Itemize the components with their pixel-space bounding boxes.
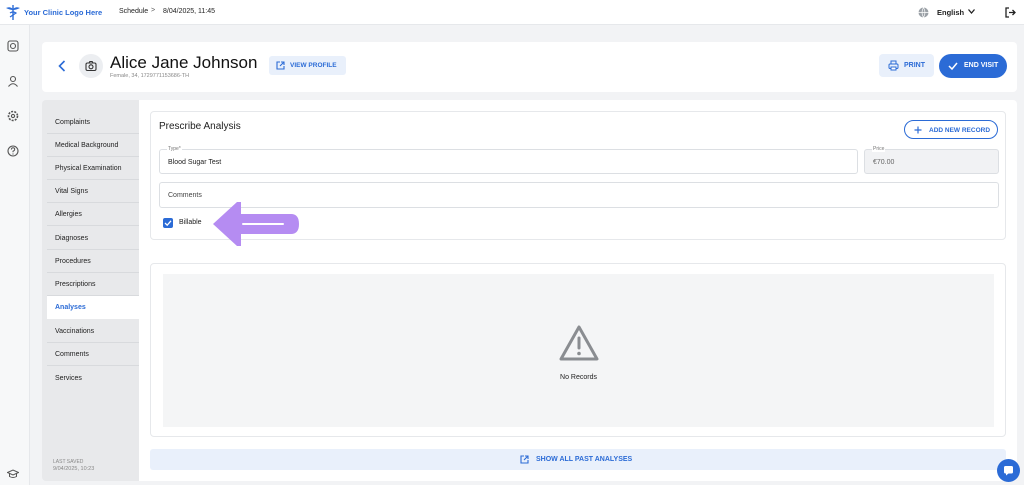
price-field: Price €70.00 bbox=[864, 146, 999, 174]
section-medical-background[interactable]: Medical Background bbox=[47, 134, 139, 157]
language-selector[interactable]: English bbox=[937, 8, 964, 17]
empty-records-area: No Records bbox=[163, 274, 994, 427]
dashboard-icon[interactable] bbox=[7, 40, 19, 52]
card-title: Prescribe Analysis bbox=[159, 121, 241, 132]
external-link-icon bbox=[276, 61, 285, 70]
type-label: Type* bbox=[167, 146, 182, 152]
price-label: Price bbox=[872, 146, 886, 152]
section-complaints[interactable]: Complaints bbox=[47, 111, 139, 134]
type-value: Blood Sugar Test bbox=[168, 159, 222, 166]
back-arrow-icon[interactable] bbox=[58, 60, 66, 72]
logout-icon[interactable] bbox=[1005, 7, 1016, 18]
chevron-down-icon[interactable] bbox=[968, 9, 975, 14]
help-icon[interactable] bbox=[7, 145, 19, 157]
breadcrumb-schedule[interactable]: Schedule bbox=[119, 8, 148, 15]
add-new-record-label: ADD NEW RECORD bbox=[929, 127, 991, 134]
section-label: Diagnoses bbox=[55, 235, 89, 242]
print-label: PRINT bbox=[904, 62, 925, 69]
annotation-arrow-icon bbox=[213, 202, 299, 246]
section-label: Physical Examination bbox=[55, 165, 122, 172]
analyses-panel: Prescribe Analysis ADD NEW RECORD Type* … bbox=[139, 100, 1017, 481]
globe-icon[interactable] bbox=[918, 7, 929, 18]
check-icon bbox=[164, 220, 172, 227]
settings-icon[interactable] bbox=[7, 110, 19, 122]
warning-icon bbox=[559, 325, 599, 361]
caduceus-logo-icon bbox=[6, 5, 20, 20]
billable-label: Billable bbox=[179, 219, 202, 226]
chat-support-button[interactable] bbox=[997, 459, 1020, 482]
user-icon[interactable] bbox=[7, 75, 19, 87]
add-new-record-button[interactable]: ADD NEW RECORD bbox=[904, 120, 998, 139]
end-visit-button[interactable]: END VISIT bbox=[939, 54, 1007, 78]
section-label: Procedures bbox=[55, 258, 91, 265]
section-comments[interactable]: Comments bbox=[47, 343, 139, 366]
section-label: Complaints bbox=[55, 119, 91, 126]
section-procedures[interactable]: Procedures bbox=[47, 250, 139, 273]
billable-checkbox[interactable] bbox=[163, 218, 173, 228]
last-saved-value: 9/04/2025, 10:23 bbox=[53, 466, 95, 472]
external-link-icon bbox=[520, 455, 529, 464]
print-button[interactable]: PRINT bbox=[879, 54, 934, 77]
section-label: Analyses bbox=[55, 304, 86, 311]
section-label: Allergies bbox=[55, 211, 82, 218]
section-label: Prescriptions bbox=[55, 281, 96, 288]
no-records-text: No Records bbox=[560, 374, 597, 381]
section-label: Vaccinations bbox=[55, 328, 95, 335]
section-label: Comments bbox=[55, 351, 89, 358]
end-visit-label: END VISIT bbox=[964, 62, 999, 69]
section-label: Services bbox=[55, 375, 82, 382]
show-all-label: SHOW ALL PAST ANALYSES bbox=[536, 456, 633, 463]
type-field[interactable]: Type* Blood Sugar Test bbox=[159, 146, 858, 174]
plus-icon bbox=[914, 126, 922, 134]
top-bar: Your Clinic Logo Here Schedule > 8/04/20… bbox=[0, 0, 1024, 25]
section-label: Vital Signs bbox=[55, 188, 88, 195]
visit-sections-nav: Complaints Medical Background Physical E… bbox=[42, 100, 139, 481]
patient-header: Alice Jane Johnson Female, 34, 172977115… bbox=[42, 42, 1017, 92]
chat-icon bbox=[1004, 466, 1013, 476]
breadcrumb-visit-date: 8/04/2025, 11:45 bbox=[163, 8, 216, 15]
section-physical-examination[interactable]: Physical Examination bbox=[47, 157, 139, 180]
clinic-logo-text[interactable]: Your Clinic Logo Here bbox=[24, 8, 102, 17]
printer-icon bbox=[888, 60, 899, 71]
graduation-cap-icon[interactable] bbox=[7, 468, 19, 480]
view-profile-button[interactable]: VIEW PROFILE bbox=[269, 56, 346, 75]
left-rail bbox=[0, 25, 30, 485]
section-vital-signs[interactable]: Vital Signs bbox=[47, 180, 139, 203]
section-diagnoses[interactable]: Diagnoses bbox=[47, 227, 139, 250]
section-prescriptions[interactable]: Prescriptions bbox=[47, 273, 139, 296]
patient-info: Female, 34, 1729771153686-TH bbox=[110, 73, 190, 79]
prescribe-analysis-card: Prescribe Analysis ADD NEW RECORD Type* … bbox=[150, 111, 1006, 246]
section-vaccinations[interactable]: Vaccinations bbox=[47, 320, 139, 343]
past-records-card: No Records bbox=[150, 263, 1006, 437]
price-value: €70.00 bbox=[873, 159, 895, 166]
comments-placeholder: Comments bbox=[168, 192, 202, 199]
camera-icon bbox=[85, 61, 97, 72]
section-analyses[interactable]: Analyses bbox=[47, 296, 139, 319]
patient-name: Alice Jane Johnson bbox=[110, 53, 258, 72]
section-label: Medical Background bbox=[55, 142, 119, 149]
view-profile-label: VIEW PROFILE bbox=[290, 62, 337, 69]
show-all-past-analyses-button[interactable]: SHOW ALL PAST ANALYSES bbox=[150, 449, 1006, 470]
patient-avatar[interactable] bbox=[79, 54, 103, 78]
section-services[interactable]: Services bbox=[47, 367, 139, 390]
section-allergies[interactable]: Allergies bbox=[47, 203, 139, 226]
check-icon bbox=[948, 62, 958, 71]
breadcrumb-separator: > bbox=[151, 7, 156, 14]
last-saved-label: LAST SAVED bbox=[53, 459, 84, 465]
